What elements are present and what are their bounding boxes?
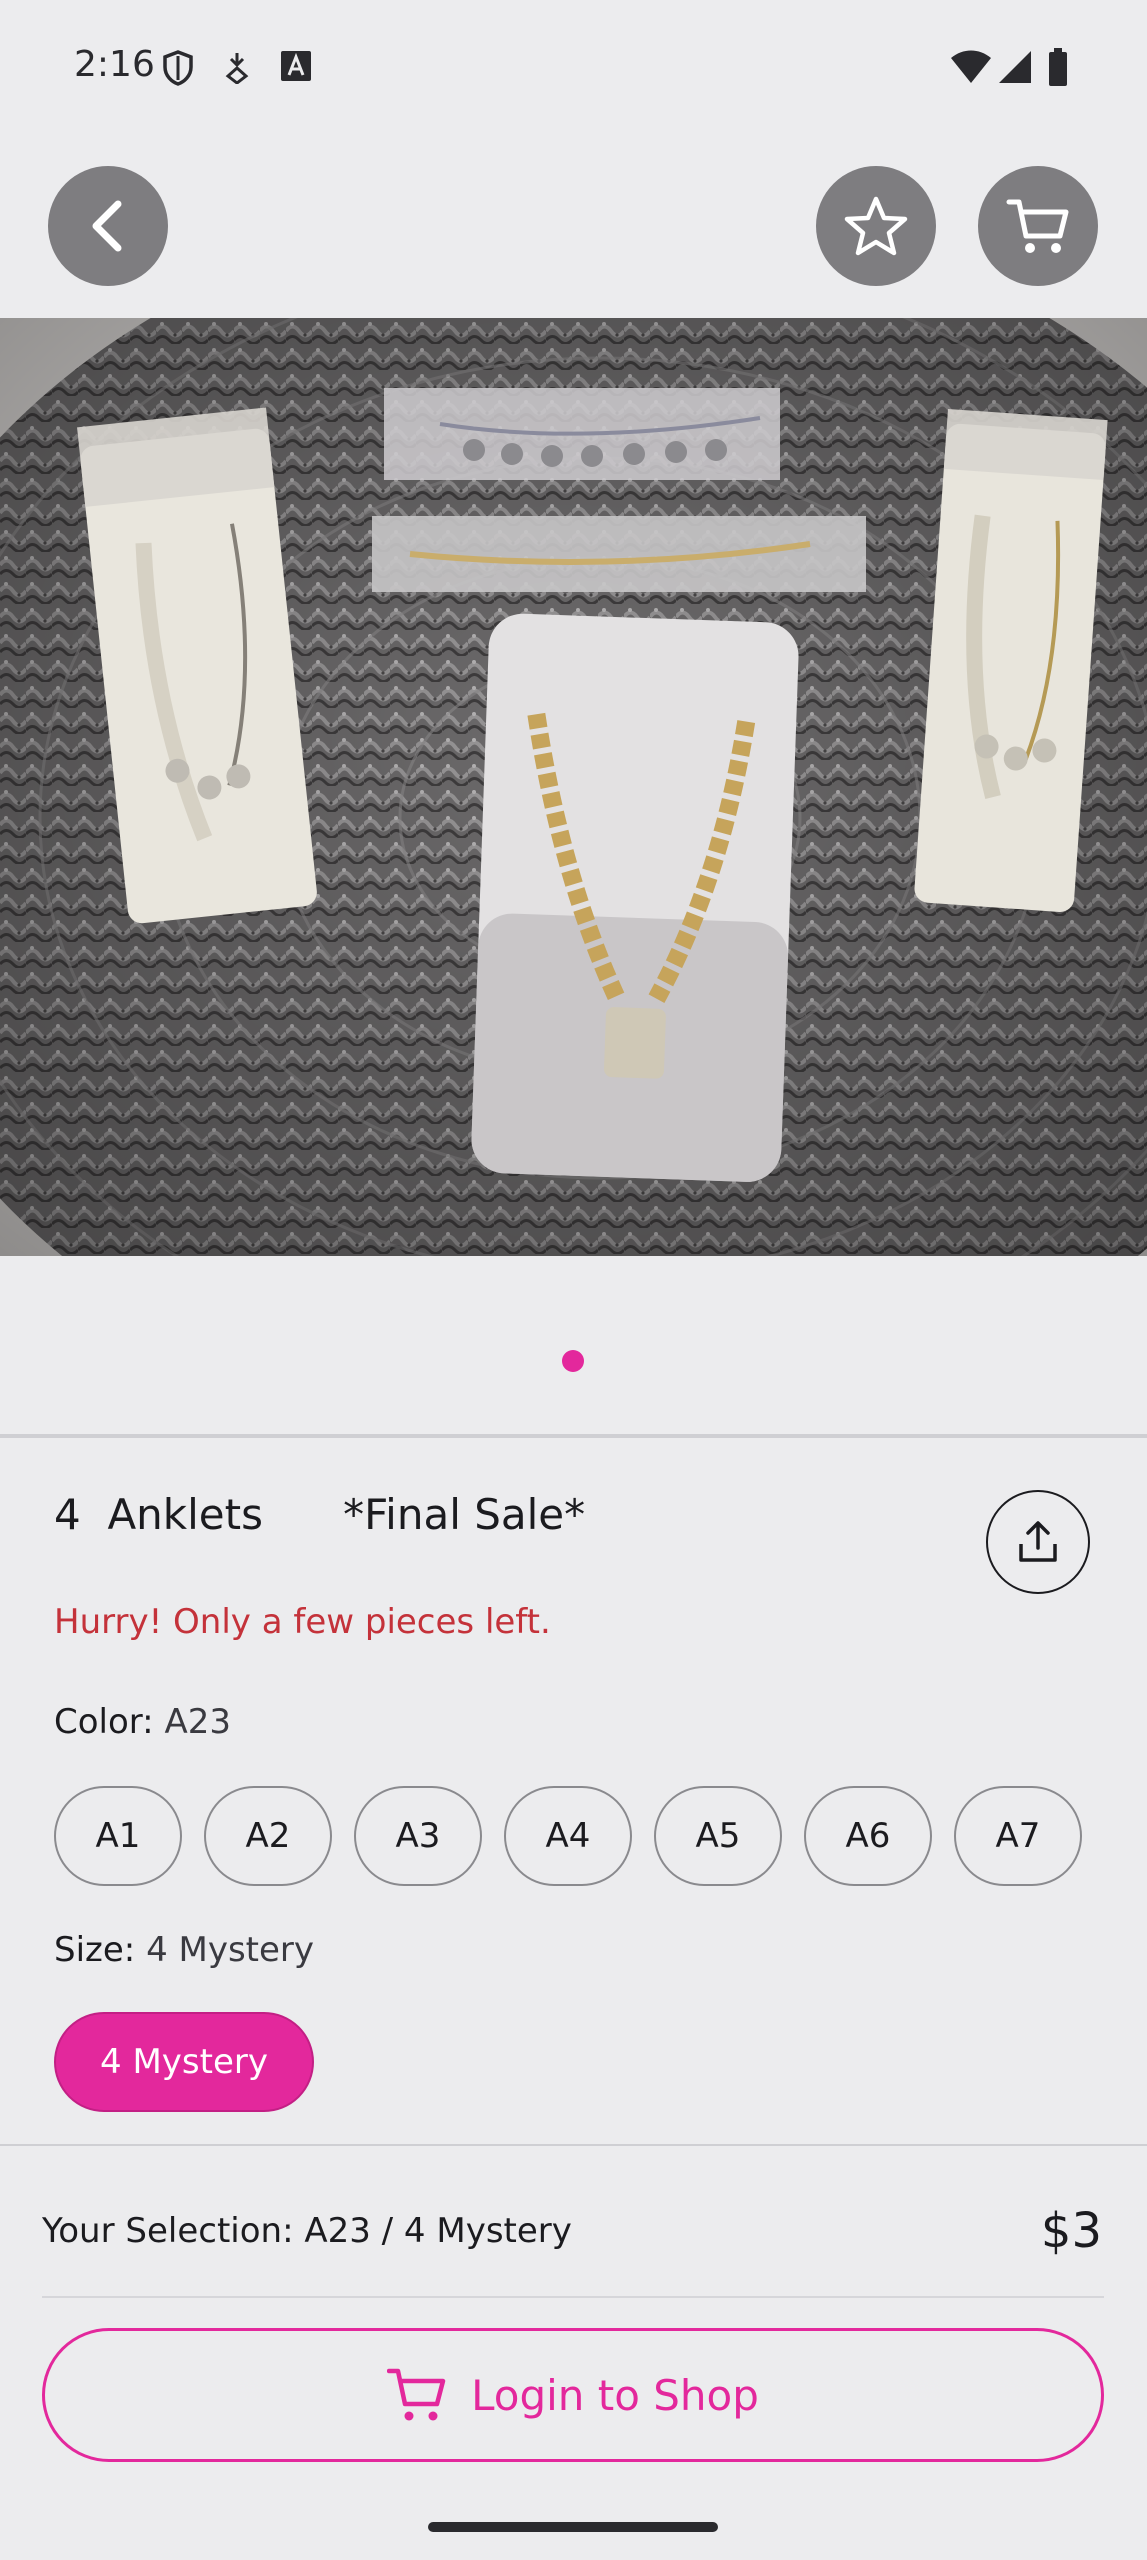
star-icon	[844, 196, 908, 256]
color-option[interactable]: A5	[654, 1786, 782, 1886]
font-icon	[281, 51, 311, 81]
summary-divider	[42, 2296, 1104, 2298]
size-label: Size:	[54, 1930, 136, 1970]
title-tag: *Final Sale*	[343, 1490, 586, 1539]
color-label: Color:	[54, 1702, 154, 1742]
home-indicator[interactable]	[428, 2522, 718, 2532]
size-selected-value: 4 Mystery	[146, 1930, 315, 1970]
cart-button[interactable]	[978, 166, 1098, 286]
favorite-button[interactable]	[816, 166, 936, 286]
status-bar: 2:16	[0, 0, 1147, 140]
size-label-row: Size: 4 Mystery	[54, 1930, 314, 1970]
section-divider	[0, 1434, 1147, 1438]
chevron-left-icon	[92, 200, 122, 252]
color-option[interactable]: A6	[804, 1786, 932, 1886]
product-title: 4 Anklets *Final Sale*	[54, 1490, 585, 1539]
color-selected-value: A23	[164, 1702, 231, 1742]
size-option-selected[interactable]: 4 Mystery	[54, 2012, 314, 2112]
color-options: A1 A2 A3 A4 A5 A6 A7	[54, 1786, 1094, 1890]
color-label-row: Color: A23	[54, 1702, 231, 1742]
signal-icon	[999, 51, 1031, 83]
cart-icon	[387, 2368, 446, 2421]
color-option[interactable]: A7	[954, 1786, 1082, 1886]
color-option[interactable]: A3	[354, 1786, 482, 1886]
color-option[interactable]: A2	[204, 1786, 332, 1886]
selection-summary: Your Selection: A23 / 4 Mystery $3	[42, 2196, 1102, 2266]
low-stock-message: Hurry! Only a few pieces left.	[54, 1602, 551, 1642]
cart-icon	[1006, 199, 1069, 253]
shield-icon	[163, 50, 193, 86]
title-quantity: 4	[54, 1490, 81, 1539]
back-button[interactable]	[48, 166, 168, 286]
download-icon	[225, 53, 249, 84]
wifi-icon	[951, 50, 991, 83]
login-to-shop-button[interactable]: Login to Shop	[42, 2328, 1104, 2462]
share-icon	[1019, 1521, 1057, 1562]
product-photo	[0, 318, 1147, 1256]
product-image[interactable]	[0, 318, 1147, 1256]
battery-icon	[1049, 48, 1067, 86]
price: $3	[1040, 2203, 1102, 2259]
carousel-indicator-dot[interactable]	[562, 1350, 584, 1372]
title-name: Anklets	[107, 1490, 263, 1539]
color-option[interactable]: A1	[54, 1786, 182, 1886]
selection-text: Your Selection: A23 / 4 Mystery	[42, 2211, 572, 2251]
share-button[interactable]	[986, 1490, 1090, 1594]
footer-divider	[0, 2144, 1147, 2146]
login-to-shop-label: Login to Shop	[471, 2370, 759, 2420]
status-time: 2:16	[74, 44, 155, 85]
color-option[interactable]: A4	[504, 1786, 632, 1886]
